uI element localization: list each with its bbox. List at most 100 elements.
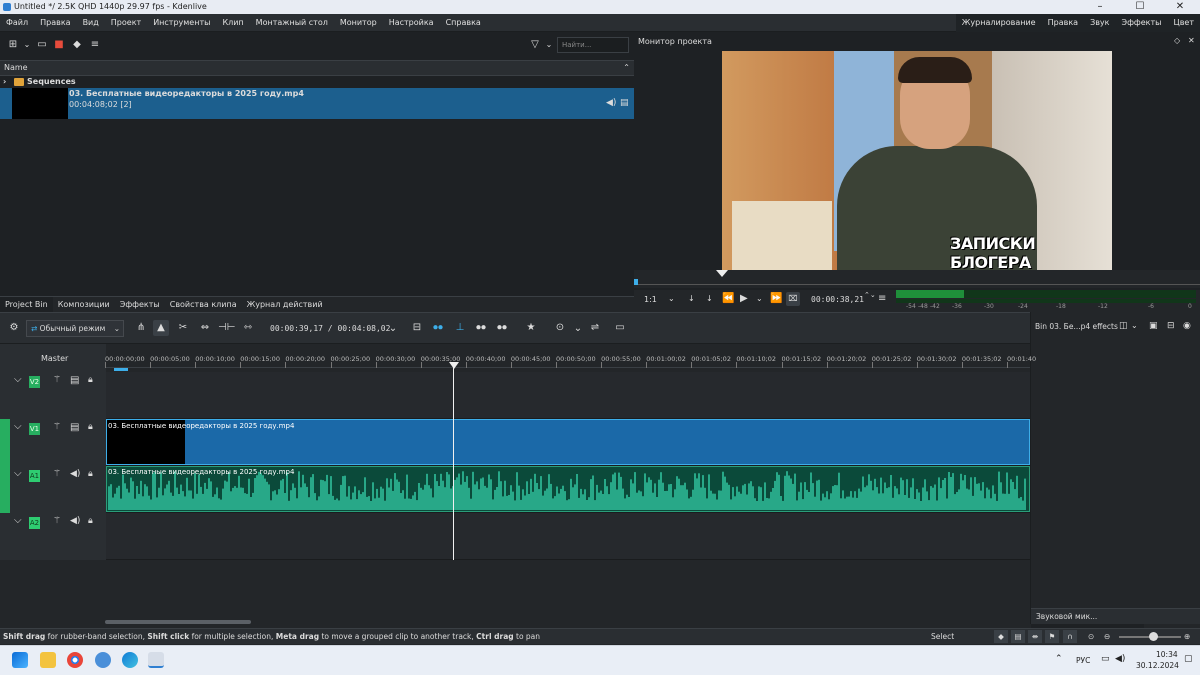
notification-icon[interactable]: ▢ — [1184, 654, 1193, 664]
zoom-in-icon[interactable]: ⊕ — [1184, 629, 1190, 644]
set-out-icon[interactable]: ↓ — [706, 294, 713, 303]
bin-column-header[interactable]: Name ⌃ — [0, 60, 634, 76]
hamburger-menu-icon[interactable]: ≡ — [88, 38, 102, 52]
forward-icon[interactable]: ⏩ — [770, 293, 782, 304]
volume-icon[interactable]: ◀) — [1115, 654, 1125, 664]
speaker-icon[interactable]: ◀) — [70, 516, 80, 526]
input-language[interactable]: РУС — [1076, 656, 1090, 665]
sort-chevron-up-icon[interactable]: ⌃ — [623, 61, 630, 75]
marker-icon[interactable]: ⚑ — [1045, 630, 1059, 643]
tab-clip-properties[interactable]: Свойства клипа — [165, 297, 242, 312]
loop-zone-icon[interactable]: ⌧ — [786, 292, 800, 306]
track-label-a2[interactable]: A2 — [29, 517, 40, 529]
zoom-out-icon[interactable]: ⊖ — [1104, 629, 1110, 644]
collapse-chevron-icon[interactable]: ⌵ — [14, 421, 22, 432]
eye-icon[interactable]: ◉ — [1183, 321, 1191, 331]
menu-file[interactable]: Файл — [0, 14, 34, 32]
compare-icon[interactable]: ◫ — [1119, 321, 1128, 331]
explorer-icon[interactable] — [40, 652, 56, 668]
film-icon[interactable]: ▤ — [70, 422, 79, 433]
timeline-scrollbar[interactable] — [105, 620, 251, 624]
collapse-all-icon[interactable]: ⊟ — [1167, 321, 1175, 331]
insert-clip-icon[interactable]: ⊟ — [409, 320, 425, 336]
tray-chevron-icon[interactable]: ⌃ — [1055, 654, 1063, 664]
set-in-icon[interactable]: ↓ — [688, 294, 695, 303]
menu-tools[interactable]: Инструменты — [147, 14, 216, 32]
collapse-chevron-icon[interactable]: ⌵ — [14, 468, 22, 479]
effects-wand-icon[interactable]: ⚚ — [53, 516, 61, 526]
bin-search-input[interactable]: Найти... — [557, 37, 629, 53]
menu-project[interactable]: Проект — [105, 14, 147, 32]
workspace-audio[interactable]: Звук — [1084, 14, 1115, 32]
workspace-color[interactable]: Цвет — [1167, 14, 1200, 32]
add-clip-icon[interactable]: ⊞ — [6, 38, 20, 52]
maximize-icon[interactable]: ☐ — [1120, 0, 1160, 14]
speaker-icon[interactable]: ◀) — [70, 469, 80, 479]
kdenlive-taskbar-icon[interactable] — [148, 652, 164, 668]
zoom-slider-handle[interactable] — [1149, 632, 1158, 641]
clock-date[interactable]: 30.12.2024 — [1136, 661, 1179, 670]
lift-icon[interactable]: ⦁⦁ — [473, 320, 489, 336]
effects-wand-icon[interactable]: ⚚ — [53, 469, 61, 479]
effects-wand-icon[interactable]: ⚚ — [53, 422, 61, 432]
lock-icon[interactable]: 🔒︎ — [88, 469, 93, 479]
add-folder-icon[interactable]: ▭ — [35, 38, 49, 52]
favorite-star-icon[interactable]: ★ — [523, 320, 539, 336]
tab-compositions[interactable]: Композиции — [53, 297, 115, 312]
save-stack-icon[interactable]: ▣ — [1149, 321, 1158, 331]
menu-view[interactable]: Вид — [77, 14, 105, 32]
ripple-tool-icon[interactable]: ⊣⊢ — [218, 320, 235, 336]
ruler-zone-marker[interactable] — [114, 368, 128, 371]
zoom-select[interactable]: 1:1 — [644, 295, 657, 304]
tab-audio-mixer[interactable]: Звуковой мик... — [1031, 609, 1102, 624]
collapse-chevron-icon[interactable]: ⌵ — [14, 374, 22, 385]
tag-filter-icon[interactable]: ◆ — [994, 630, 1008, 643]
tag-icon[interactable]: ◆ — [70, 38, 84, 52]
spacer-tool-icon[interactable]: ⇔ — [197, 320, 213, 336]
overwrite-icon[interactable]: ⦁⦁ — [430, 320, 446, 336]
close-panel-icon[interactable]: ✕ — [1188, 36, 1195, 45]
sequences-folder-row[interactable]: › Sequences — [0, 76, 634, 88]
menu-clip[interactable]: Клип — [216, 14, 249, 32]
monitor-timecode[interactable]: 00:00:38,21 — [811, 295, 864, 304]
playhead-handle-icon[interactable] — [449, 362, 459, 369]
compare-menu-icon[interactable]: ⌄ — [1131, 321, 1138, 330]
razor-tool-icon[interactable]: ✂ — [175, 320, 191, 336]
play-icon[interactable]: ▶ — [740, 293, 748, 304]
menu-help[interactable]: Справка — [440, 14, 487, 32]
track-label-a1[interactable]: A1 — [29, 470, 40, 482]
lock-icon[interactable]: 🔒︎ — [88, 375, 93, 385]
menu-timeline[interactable]: Монтажный стол — [250, 14, 334, 32]
thumbnail-icon[interactable]: ▤ — [1011, 630, 1025, 643]
workspace-edit[interactable]: Правка — [1042, 14, 1084, 32]
tab-undo-history[interactable]: Журнал действий — [242, 297, 328, 312]
timecode-chevron-icon[interactable]: ⌄ — [385, 321, 401, 337]
record-menu-icon[interactable]: ⌄ — [570, 321, 586, 337]
extract-icon[interactable]: ⊥ — [452, 320, 468, 336]
zone-icon[interactable]: ⦁⦁ — [494, 320, 510, 336]
active-track-indicator[interactable] — [0, 419, 10, 513]
timeline-playhead[interactable] — [453, 362, 454, 560]
edge-icon[interactable] — [122, 652, 138, 668]
zoom-fit-icon[interactable]: ⊙ — [1088, 629, 1094, 644]
network-icon[interactable]: ▭ — [1101, 654, 1110, 664]
master-label[interactable]: Master — [41, 354, 68, 363]
float-icon[interactable]: ◇ — [1174, 36, 1180, 45]
slip-tool-icon[interactable]: ⇿ — [240, 320, 256, 336]
subtitle-icon[interactable]: ▭ — [612, 320, 628, 336]
edit-mode-select[interactable]: ⇄ Обычный режим ⌄ — [26, 320, 124, 337]
lock-icon[interactable]: 🔒︎ — [88, 516, 93, 526]
filter-icon[interactable]: ▽ — [528, 38, 542, 52]
film-icon[interactable]: ▤ — [70, 375, 79, 386]
tab-effects[interactable]: Эффекты — [115, 297, 165, 312]
bin-clip-row[interactable]: 03. Бесплатные видеоредакторы в 2025 год… — [0, 88, 634, 119]
collapse-chevron-icon[interactable]: ⌵ — [14, 515, 22, 526]
menu-monitor[interactable]: Монитор — [334, 14, 383, 32]
audio-thumb-icon[interactable]: ⇼ — [1028, 630, 1042, 643]
chrome-icon[interactable] — [67, 652, 83, 668]
track-settings-icon[interactable]: ⚙ — [6, 320, 22, 336]
add-clip-menu-icon[interactable]: ⌄ — [20, 38, 34, 52]
timeline-position[interactable]: 00:00:39,17 / 00:04:08,02 — [270, 324, 390, 333]
workspace-logging[interactable]: Журналирование — [956, 14, 1042, 32]
clock-time[interactable]: 10:34 — [1156, 650, 1178, 659]
